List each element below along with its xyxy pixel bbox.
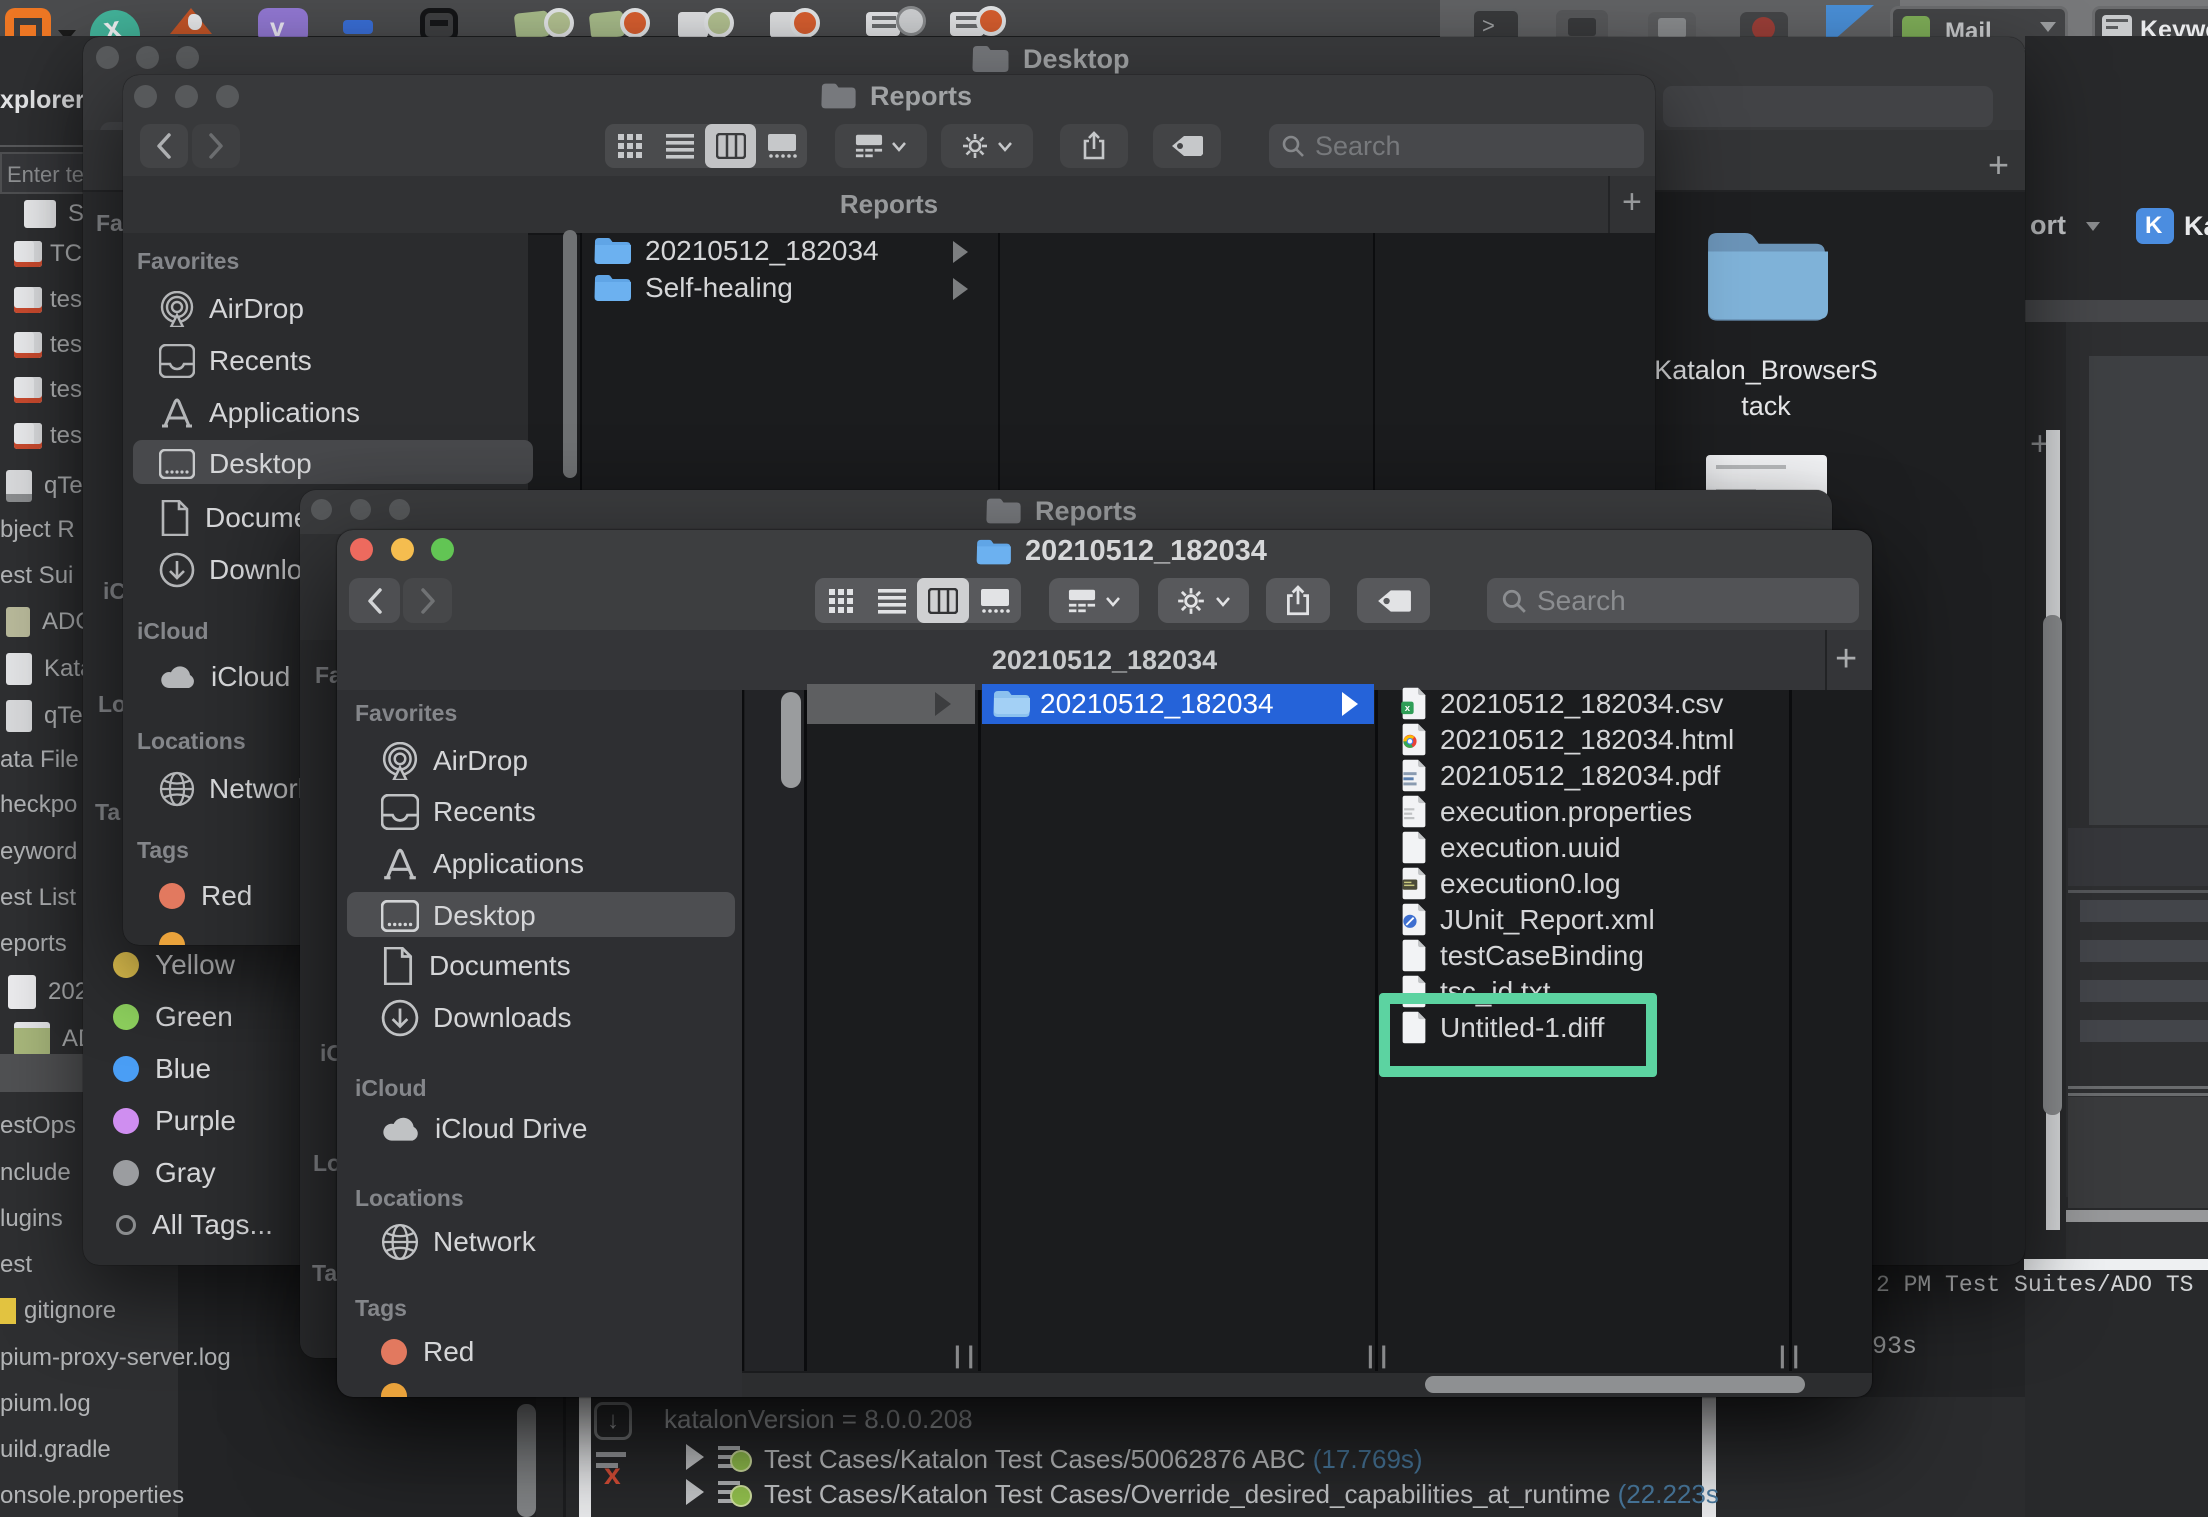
svg-text:x: x	[1405, 703, 1411, 714]
